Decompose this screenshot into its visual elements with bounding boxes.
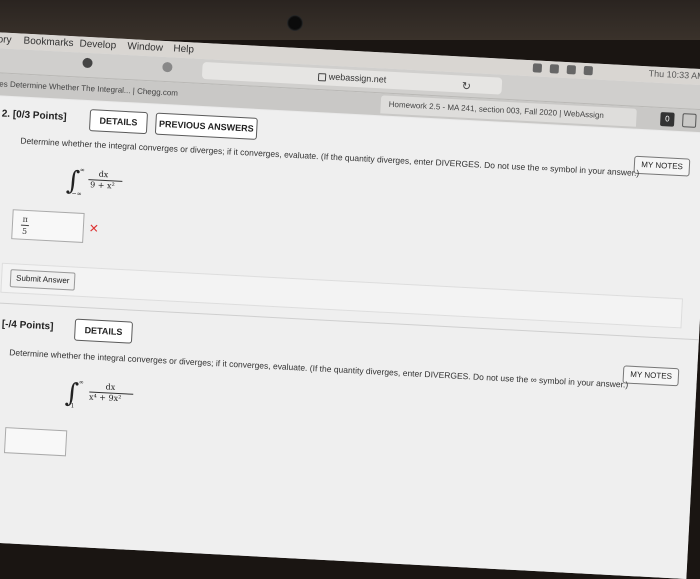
tab-counter[interactable]: 0 xyxy=(659,112,675,127)
share-icon[interactable] xyxy=(681,113,697,128)
answer-input-q3[interactable] xyxy=(3,427,68,457)
screen: ory Bookmarks Develop Window Help Thu 10… xyxy=(0,32,700,579)
question-2-header: 2. [0/3 Points] xyxy=(1,108,67,123)
integrand-numerator: dx xyxy=(105,382,116,392)
menu-window[interactable]: Window xyxy=(127,41,163,54)
menubar-clock[interactable]: Thu 10:33 AM xyxy=(648,68,700,81)
status-icons xyxy=(532,63,594,76)
bluetooth-icon[interactable] xyxy=(549,64,560,74)
lower-limit: −∞ xyxy=(71,190,82,198)
url-text: webassign.net xyxy=(328,71,387,85)
menu-develop[interactable]: Develop xyxy=(79,38,116,51)
answer-input-q2[interactable]: π 5 xyxy=(11,209,85,243)
lock-icon xyxy=(317,72,327,82)
integrand-numerator: dx xyxy=(98,169,109,180)
upper-limit: ∞ xyxy=(78,378,84,387)
submit-area: Submit Answer xyxy=(0,262,684,329)
menu-history[interactable]: ory xyxy=(0,34,12,46)
upper-limit: ∞ xyxy=(79,166,86,174)
integrand-denominator: x⁴ + 9x² xyxy=(88,392,122,404)
sidebar-icon[interactable] xyxy=(162,61,173,73)
camera-icon xyxy=(287,15,303,31)
battery-icon[interactable] xyxy=(583,65,594,76)
dropbox-icon[interactable] xyxy=(532,63,543,73)
answer-numerator: π xyxy=(22,214,29,225)
back-icon[interactable] xyxy=(82,57,93,69)
menu-help[interactable]: Help xyxy=(173,43,194,55)
incorrect-icon: ✕ xyxy=(88,221,100,236)
integral-q3: ∫ ∞ 1 dx x⁴ + 9x² xyxy=(64,378,146,416)
wifi-icon[interactable] xyxy=(566,65,577,75)
laptop-bezel xyxy=(0,0,700,40)
menu-bookmarks[interactable]: Bookmarks xyxy=(23,36,74,50)
details-button-q2[interactable]: DETAILS xyxy=(88,109,149,135)
lower-limit: 1 xyxy=(70,402,75,410)
answer-value: π 5 xyxy=(20,215,29,236)
page-content: 2. [0/3 Points] DETAILS PREVIOUS ANSWERS… xyxy=(0,95,700,579)
reload-icon[interactable]: ↻ xyxy=(461,80,471,93)
answer-denominator: 5 xyxy=(21,226,28,237)
integral-q2: ∫ ∞ −∞ dx 9 + x² xyxy=(65,166,137,204)
previous-answers-button[interactable]: PREVIOUS ANSWERS xyxy=(154,112,258,140)
details-button-q3[interactable]: DETAILS xyxy=(73,318,134,344)
submit-answer-button[interactable]: Submit Answer xyxy=(9,269,76,291)
integrand-denominator: 9 + x² xyxy=(89,180,115,191)
question-3-header: 3. [-/4 Points] xyxy=(0,318,54,333)
